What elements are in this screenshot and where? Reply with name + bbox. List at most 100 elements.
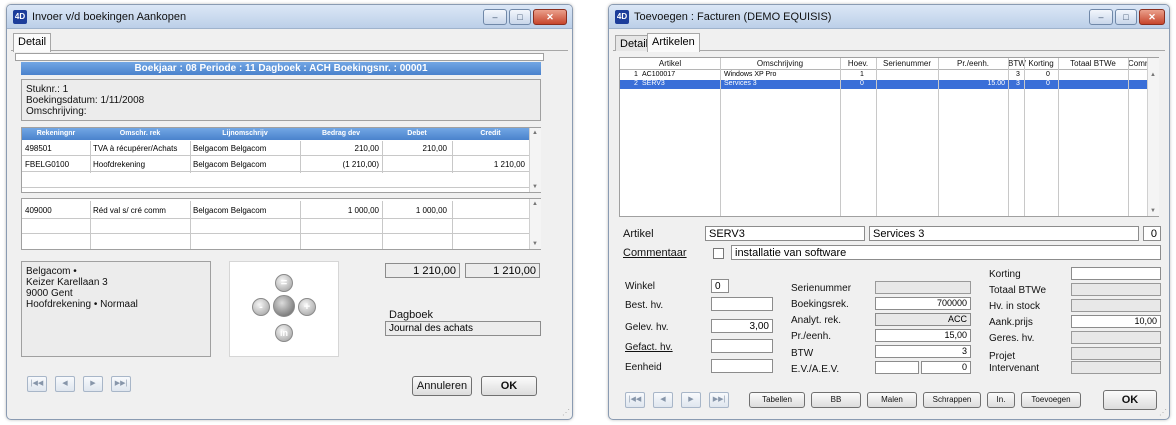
eenheid-field[interactable] — [711, 359, 773, 373]
gelev-hv-field[interactable]: 3,00 — [711, 319, 773, 333]
col-omschrijving: Omschrijving — [756, 59, 804, 68]
minimize-button[interactable]: – — [1089, 9, 1113, 25]
total-debet-field: 1 210,00 — [385, 263, 460, 278]
serienummer-label: Serienummer — [791, 283, 852, 294]
next-record-icon[interactable]: ▶ — [681, 392, 701, 408]
center-knob[interactable] — [273, 295, 295, 317]
prev-record-icon[interactable]: ◀ — [653, 392, 673, 408]
scroll-down-icon[interactable]: ▼ — [532, 241, 538, 247]
in-button[interactable]: In. — [987, 392, 1015, 408]
cell-rek: 409000 — [25, 206, 52, 215]
grid-header: Rekeningnr Omschr. rek Lijnomschrijv Bed… — [22, 128, 529, 140]
serienummer-field — [875, 281, 971, 294]
maximize-button[interactable]: □ — [1115, 9, 1137, 25]
pr-eenh-field[interactable]: 15,00 — [875, 329, 971, 342]
aank-prijs-label: Aank.prijs — [989, 317, 1033, 328]
btw-field[interactable]: 3 — [875, 345, 971, 358]
scroll-down-icon[interactable]: ▼ — [532, 184, 538, 190]
total-credit-field: 1 210,00 — [465, 263, 540, 278]
projet-label: Projet — [989, 351, 1016, 362]
commentaar-checkbox[interactable] — [713, 248, 724, 259]
grid2-scrollbar[interactable]: ▲ ▼ — [529, 199, 541, 249]
analytic-lines-grid[interactable]: 409000 Réd val s/ cré comm Belgacom Belg… — [21, 198, 541, 250]
pr-eenh-label: Pr./eenh. — [791, 331, 832, 342]
address-line2: Keizer Karellaan 3 — [26, 277, 108, 288]
winkel-field[interactable]: 0 — [711, 279, 729, 293]
artikel-code-field[interactable]: SERV3 — [705, 226, 865, 241]
ev-field[interactable] — [875, 361, 919, 374]
omschrijving-text: Omschrijving: — [26, 106, 87, 117]
grid-scrollbar[interactable]: ▲ ▼ — [529, 128, 541, 192]
cell-debet: 1 000,00 — [415, 206, 447, 215]
booking-header-text: Boekjaar : 08 Periode : 11 Dagboek : ACH… — [134, 63, 428, 74]
cell-omschr: Réd val s/ cré comm — [93, 206, 166, 215]
table-row[interactable]: 1 AC100017 Windows XP Pro 1 3 0 — [620, 71, 1147, 80]
boekingsrek-field[interactable]: 700000 — [875, 297, 971, 310]
minimize-button[interactable]: – — [483, 9, 507, 25]
equal-button[interactable]: = — [275, 274, 293, 292]
schrappen-button[interactable]: Schrappen — [923, 392, 981, 408]
commentaar-field[interactable]: installatie van software — [731, 245, 1161, 260]
last-record-icon[interactable]: ▶▶| — [709, 392, 729, 408]
scroll-up-icon[interactable]: ▲ — [532, 201, 538, 207]
close-button[interactable]: ✕ — [533, 9, 567, 25]
resize-grip-icon[interactable]: ⋰ — [562, 408, 570, 417]
aank-prijs-field[interactable]: 10,00 — [1071, 315, 1161, 328]
cell-omschr: Services 3 — [724, 80, 757, 87]
scroll-down-icon[interactable]: ▼ — [1150, 208, 1156, 214]
hv-in-stock-field — [1071, 299, 1161, 312]
resize-grip-icon[interactable]: ⋰ — [1159, 408, 1167, 417]
window-title: Invoer v/d boekingen Aankopen — [32, 11, 187, 23]
col-totaal-btwe: Totaal BTWe — [1070, 59, 1116, 68]
gefact-hv-link[interactable]: Gefact. hv. — [625, 342, 673, 353]
ok-button[interactable]: OK — [1103, 390, 1157, 410]
col-pr-eenh: Pr./eenh. — [956, 59, 990, 68]
col-omschr-rek: Omschr. rek — [119, 130, 161, 137]
first-record-icon[interactable]: |◀◀ — [27, 376, 47, 392]
col-credit: Credit — [480, 130, 501, 137]
best-hv-field[interactable] — [711, 297, 773, 311]
plus-button[interactable]: + — [298, 298, 316, 316]
close-button[interactable]: ✕ — [1139, 9, 1165, 25]
last-record-icon[interactable]: ▶▶| — [111, 376, 131, 392]
prev-record-icon[interactable]: ◀ — [55, 376, 75, 392]
table-row[interactable] — [22, 173, 529, 188]
scroll-up-icon[interactable]: ▲ — [532, 130, 538, 136]
maximize-button[interactable]: □ — [509, 9, 531, 25]
cell-credit: 1 210,00 — [493, 160, 525, 169]
annuleren-button[interactable]: Annuleren — [412, 376, 472, 396]
cell-idx: 2 — [634, 80, 638, 87]
winkel-label: Winkel — [625, 281, 656, 292]
tab-detail[interactable]: Detail — [13, 33, 52, 52]
toevoegen-button[interactable]: Toevoegen — [1021, 392, 1081, 408]
korting-field[interactable] — [1071, 267, 1161, 280]
cell-hoev: 0 — [860, 80, 864, 87]
artikel-description-field[interactable]: Services 3 — [869, 226, 1139, 241]
btw-label: BTW — [791, 348, 814, 359]
table-row-selected[interactable]: 2 SERV3 Services 3 0 15.00 3 0 — [620, 80, 1147, 89]
in-button[interactable]: in — [275, 324, 293, 342]
malen-button[interactable]: Malen — [867, 392, 917, 408]
tabellen-button[interactable]: Tabellen — [749, 392, 805, 408]
korting-label: Korting — [989, 269, 1021, 280]
col-comr: Comr — [1128, 59, 1148, 68]
bb-button[interactable]: BB — [811, 392, 861, 408]
boekingsdatum-text: Boekingsdatum: 1/11/2008 — [26, 95, 145, 106]
spacer-bar — [15, 53, 544, 61]
cell-dev: 1 000,00 — [347, 206, 379, 215]
artikel-count-field[interactable]: 0 — [1143, 226, 1161, 241]
ok-button[interactable]: OK — [481, 376, 537, 396]
aev-field[interactable]: 0 — [921, 361, 971, 374]
next-record-icon[interactable]: ▶ — [83, 376, 103, 392]
tab-artikelen[interactable]: Artikelen — [647, 33, 700, 52]
articles-grid[interactable]: Artikel Omschrijving Hoev. Serienummer P… — [619, 57, 1159, 217]
first-record-icon[interactable]: |◀◀ — [625, 392, 645, 408]
booking-lines-grid[interactable]: Rekeningnr Omschr. rek Lijnomschrijv Bed… — [21, 127, 541, 193]
analyt-rek-field[interactable]: ACC — [875, 313, 971, 326]
minus-button[interactable]: - — [252, 298, 270, 316]
commentaar-link[interactable]: Commentaar — [623, 247, 687, 259]
cell-idx: 1 — [634, 71, 638, 78]
gefact-hv-field[interactable] — [711, 339, 773, 353]
scroll-up-icon[interactable]: ▲ — [1150, 72, 1156, 78]
grid-scrollbar[interactable]: ▲ ▼ — [1147, 58, 1159, 216]
